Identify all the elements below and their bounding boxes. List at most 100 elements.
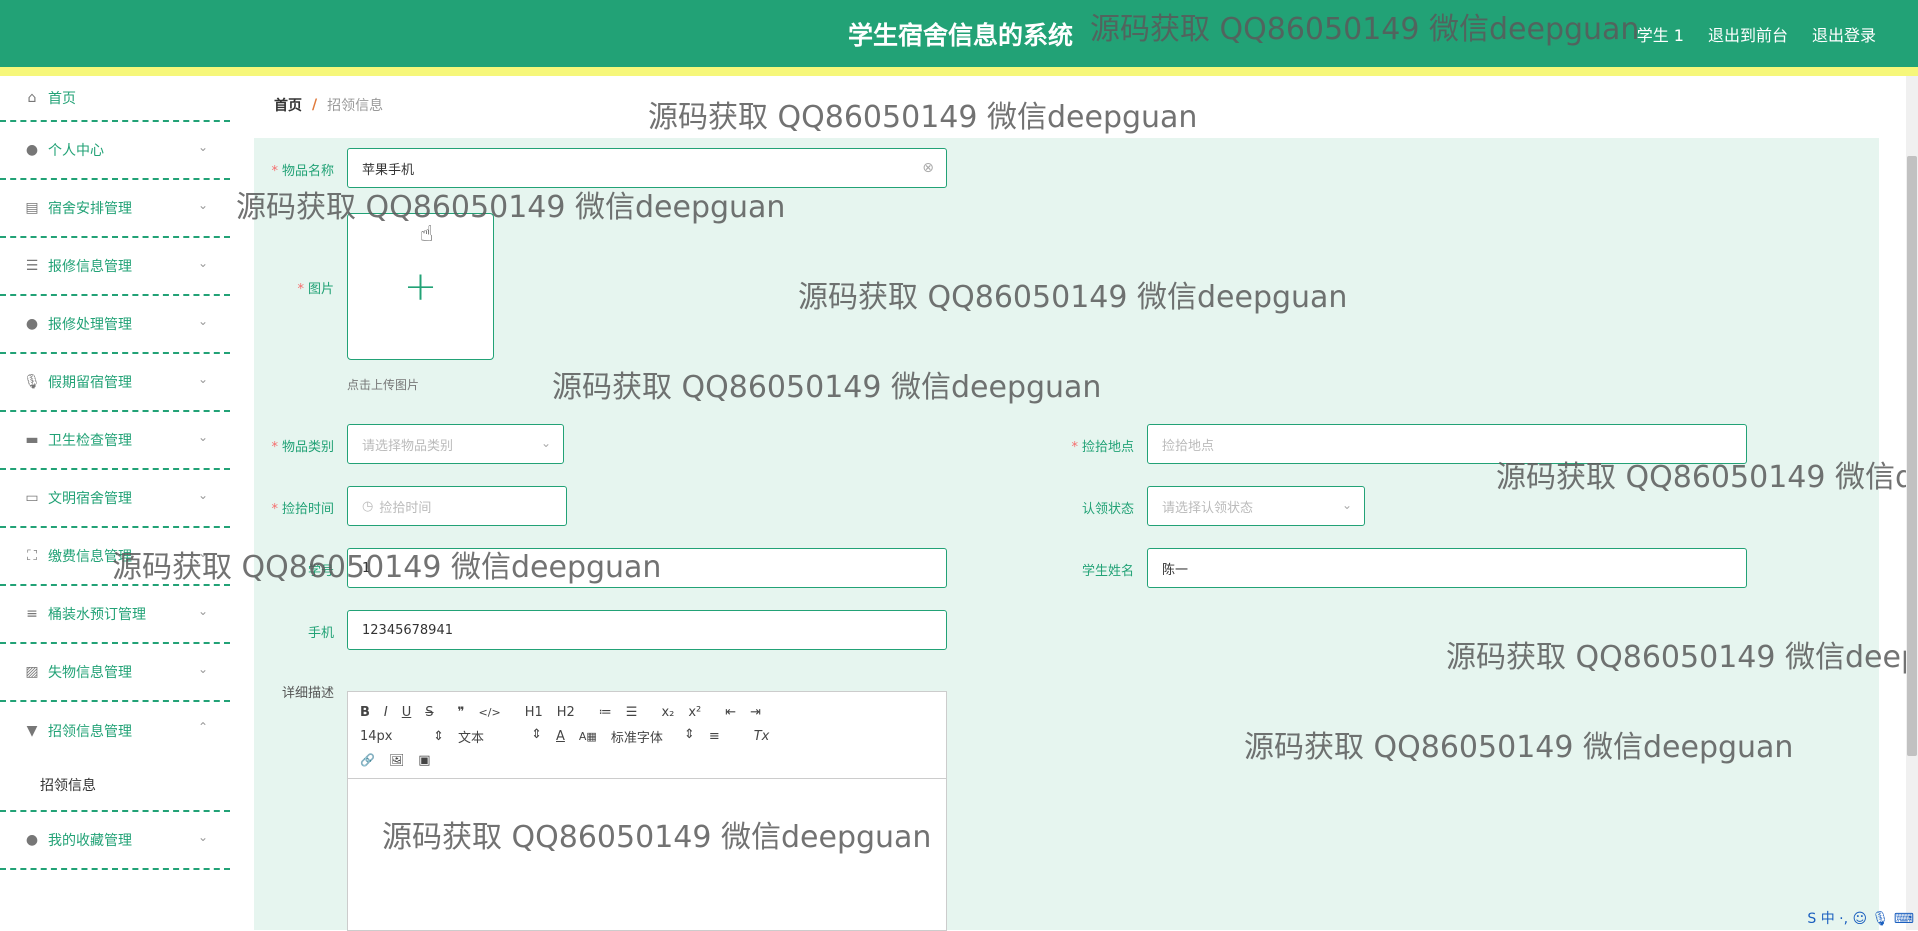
sidebar-subitem-claim-info[interactable]: 招领信息 <box>0 760 230 812</box>
chevron-down-icon: ⌄ <box>198 372 208 386</box>
font-color-icon[interactable]: A <box>556 729 565 744</box>
strike-icon[interactable]: S <box>425 705 433 720</box>
sidebar-item-holiday-stay[interactable]: 🎙 假期留宿管理 ⌄ <box>0 354 230 412</box>
exit-to-frontend-link[interactable]: 退出到前台 <box>1708 22 1788 46</box>
sliders-icon: ☰ <box>24 258 40 274</box>
microphone-icon: 🎙 <box>24 374 40 390</box>
sidebar-item-repair-handle[interactable]: ● 报修处理管理 ⌄ <box>0 296 230 354</box>
pick-place-input[interactable]: 捡拾地点 <box>1147 424 1747 464</box>
sidebar-item-label: 缴费信息管理 <box>48 546 132 566</box>
link-icon[interactable]: 🔗 <box>360 753 375 767</box>
category-label: *物品类别 <box>254 436 334 455</box>
sidebar-item-favorites[interactable]: ● 我的收藏管理 ⌄ <box>0 812 230 870</box>
scrollbar-thumb[interactable] <box>1907 156 1917 756</box>
subscript-icon[interactable]: x₂ <box>661 705 674 720</box>
clipboard-icon: ▤ <box>24 200 40 216</box>
breadcrumb-current: 招领信息 <box>327 95 383 115</box>
pick-time-label: *捡拾时间 <box>254 498 334 517</box>
breadcrumb-separator: / <box>312 97 317 113</box>
student-id-input[interactable]: 1 <box>347 548 947 588</box>
bold-icon[interactable]: B <box>360 705 370 720</box>
underline-icon[interactable]: U <box>402 705 412 720</box>
image-label: *图片 <box>254 278 334 297</box>
sidebar-item-hygiene-check[interactable]: ▬ 卫生检查管理 ⌄ <box>0 412 230 470</box>
sidebar-item-label: 卫生检查管理 <box>48 430 132 450</box>
sidebar-item-label: 招领信息管理 <box>48 721 132 741</box>
chevron-down-icon: ⌄ <box>541 436 551 450</box>
item-name-input[interactable]: 苹果手机 ⊗ <box>347 148 947 188</box>
text-type-select[interactable]: 文本⇕ <box>458 727 542 746</box>
updown-icon: ⇕ <box>531 727 542 746</box>
clear-icon[interactable]: ⊗ <box>922 160 934 176</box>
stamp-icon: ▼ <box>24 723 40 739</box>
fullscreen-icon: ⛶ <box>24 548 40 564</box>
editor-content[interactable] <box>348 779 946 919</box>
student-name-input[interactable]: 陈一 <box>1147 548 1747 588</box>
image-icon[interactable]: 🖼 <box>389 753 404 767</box>
list-icon: ≡ <box>24 606 40 622</box>
main-content: 首页 / 招领信息 *物品名称 苹果手机 ⊗ *图片 + 点击上传图片 *物品类… <box>254 76 1879 930</box>
sidebar-item-lost-info[interactable]: ▨ 失物信息管理 ⌄ <box>0 644 230 702</box>
clock-icon: ◷ <box>362 499 373 514</box>
breadcrumb-home[interactable]: 首页 <box>274 95 302 115</box>
sidebar-item-payment[interactable]: ⛶ 缴费信息管理 ⌄ <box>0 528 230 586</box>
sidebar-item-dorm-arrange[interactable]: ▤ 宿舍安排管理 ⌄ <box>0 180 230 238</box>
superscript-icon[interactable]: x² <box>688 705 701 720</box>
top-bar: 学生宿舍信息的系统 学生 1 退出到前台 退出登录 <box>0 0 1918 67</box>
sidebar-item-label: 报修信息管理 <box>48 256 132 276</box>
student-id-label: 学号 <box>254 560 334 579</box>
clear-format-icon[interactable]: Tx <box>754 729 770 744</box>
sidebar-item-claim-info[interactable]: ▼ 招领信息管理 ⌃ <box>0 702 230 760</box>
sidebar-item-water-order[interactable]: ≡ 桶装水预订管理 ⌄ <box>0 586 230 644</box>
font-size-select[interactable]: 14px⇕ <box>360 729 444 744</box>
sidebar-item-label: 我的收藏管理 <box>48 830 132 850</box>
chevron-down-icon: ⌄ <box>198 256 208 270</box>
sidebar-item-personal-center[interactable]: ● 个人中心 ⌄ <box>0 122 230 180</box>
blockquote-icon[interactable]: ❞ <box>458 705 465 720</box>
sidebar-item-label: 个人中心 <box>48 140 104 160</box>
sidebar-item-label: 失物信息管理 <box>48 662 132 682</box>
outdent-icon[interactable]: ⇤ <box>725 705 736 720</box>
header-stripe <box>0 67 1918 76</box>
chevron-down-icon: ⌄ <box>198 488 208 502</box>
code-icon[interactable]: </> <box>479 706 501 719</box>
chevron-down-icon: ⌄ <box>198 662 208 676</box>
category-select[interactable]: 请选择物品类别 ⌄ <box>347 424 564 464</box>
chevron-down-icon: ⌄ <box>198 198 208 212</box>
chart-icon: ▨ <box>24 664 40 680</box>
pick-time-input[interactable]: ◷ 捡拾时间 <box>347 486 567 526</box>
sidebar-item-label: 假期留宿管理 <box>48 372 132 392</box>
page-scrollbar[interactable] <box>1906 76 1918 930</box>
heading2-icon[interactable]: H2 <box>557 705 575 720</box>
sidebar-item-home[interactable]: ⌂ 首页 <box>0 76 230 122</box>
bullet-list-icon[interactable]: ☰ <box>626 705 638 720</box>
description-label: 详细描述 <box>254 682 334 701</box>
chevron-down-icon: ⌄ <box>198 546 208 560</box>
briefcase-icon: ▬ <box>24 432 40 448</box>
updown-icon: ⇕ <box>684 727 695 746</box>
breadcrumb: 首页 / 招领信息 <box>254 80 1879 130</box>
phone-label: 手机 <box>254 622 334 641</box>
plus-icon: + <box>404 264 438 310</box>
background-color-icon[interactable]: A▦ <box>579 730 597 743</box>
heading1-icon[interactable]: H1 <box>525 705 543 720</box>
sidebar-item-label: 桶装水预订管理 <box>48 604 146 624</box>
claim-status-select[interactable]: 请选择认领状态 ⌄ <box>1147 486 1365 526</box>
italic-icon[interactable]: I <box>384 705 388 720</box>
chevron-up-icon: ⌃ <box>198 720 208 734</box>
user-link[interactable]: 学生 1 <box>1637 22 1684 46</box>
font-family-select[interactable]: 标准字体⇕ <box>611 727 695 746</box>
sidebar-item-repair-info[interactable]: ☰ 报修信息管理 ⌄ <box>0 238 230 296</box>
align-icon[interactable]: ≡ <box>709 729 720 744</box>
user-star-icon: ● <box>24 832 40 848</box>
sidebar-item-civil-dorm[interactable]: ▭ 文明宿舍管理 ⌄ <box>0 470 230 528</box>
video-icon[interactable]: ▣ <box>418 753 430 768</box>
upload-tip: 点击上传图片 <box>347 376 419 393</box>
indent-icon[interactable]: ⇥ <box>750 705 761 720</box>
ordered-list-icon[interactable]: ≔ <box>599 705 612 720</box>
ime-toolbar[interactable]: S 中 ·, ☺ 🎙 ⌨ <box>1807 908 1914 928</box>
user-icon: ● <box>24 142 40 158</box>
top-links: 学生 1 退出到前台 退出登录 <box>1637 22 1876 46</box>
phone-input[interactable]: 12345678941 <box>347 610 947 650</box>
logout-link[interactable]: 退出登录 <box>1812 22 1876 46</box>
